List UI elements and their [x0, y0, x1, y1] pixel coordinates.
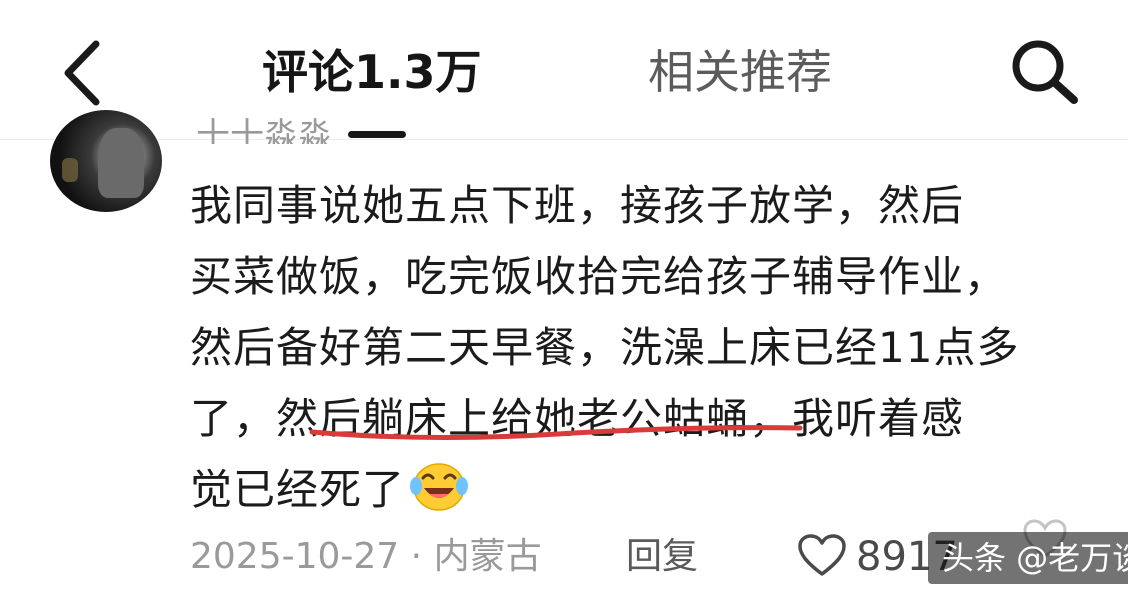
heart-icon [798, 534, 846, 576]
comment-line: 觉已经死了 [190, 454, 1090, 525]
comment-text: 我同事说她五点下班，接孩子放学，然后 买菜做饭，吃完饭收拾完给孩子辅导作业， 然… [190, 170, 1090, 525]
avatar-detail [62, 158, 78, 182]
comment-username[interactable]: 十十淼淼 [196, 116, 332, 144]
comment-line: 买菜做饭，吃完饭收拾完给孩子辅导作业， [190, 252, 1008, 301]
tab-related-recommendations[interactable]: 相关推荐 [648, 40, 832, 104]
comment-segment: 了， [190, 394, 277, 443]
tab-comments[interactable]: 评论1.3万 [262, 40, 482, 104]
comment-segment: 觉已经死了 [190, 465, 406, 514]
avatar[interactable] [50, 110, 162, 212]
comment-date: 2025-10-27 [190, 536, 400, 577]
comment-line: 我同事说她五点下班，接孩子放学，然后 [190, 181, 965, 230]
header-divider [0, 139, 1128, 140]
meta-separator: · [410, 536, 423, 577]
avatar-figure [98, 128, 144, 198]
reply-button[interactable]: 回复 [626, 534, 698, 580]
comment-meta: 2025-10-27 · 内蒙古 [190, 534, 542, 580]
chevron-left-icon[interactable] [58, 38, 108, 108]
active-tab-indicator [348, 131, 406, 138]
red-underline-annotation [309, 425, 803, 441]
comment-line: 然后备好第二天早餐，洗澡上床已经11点多 [190, 323, 1020, 372]
comment-location: 内蒙古 [433, 536, 542, 577]
crying-laughing-emoji-icon [410, 463, 469, 511]
watermark: 头条 @老万谈 [928, 532, 1128, 584]
top-bar: 评论1.3万 相关推荐 [0, 0, 1128, 140]
search-icon[interactable] [1008, 38, 1080, 104]
